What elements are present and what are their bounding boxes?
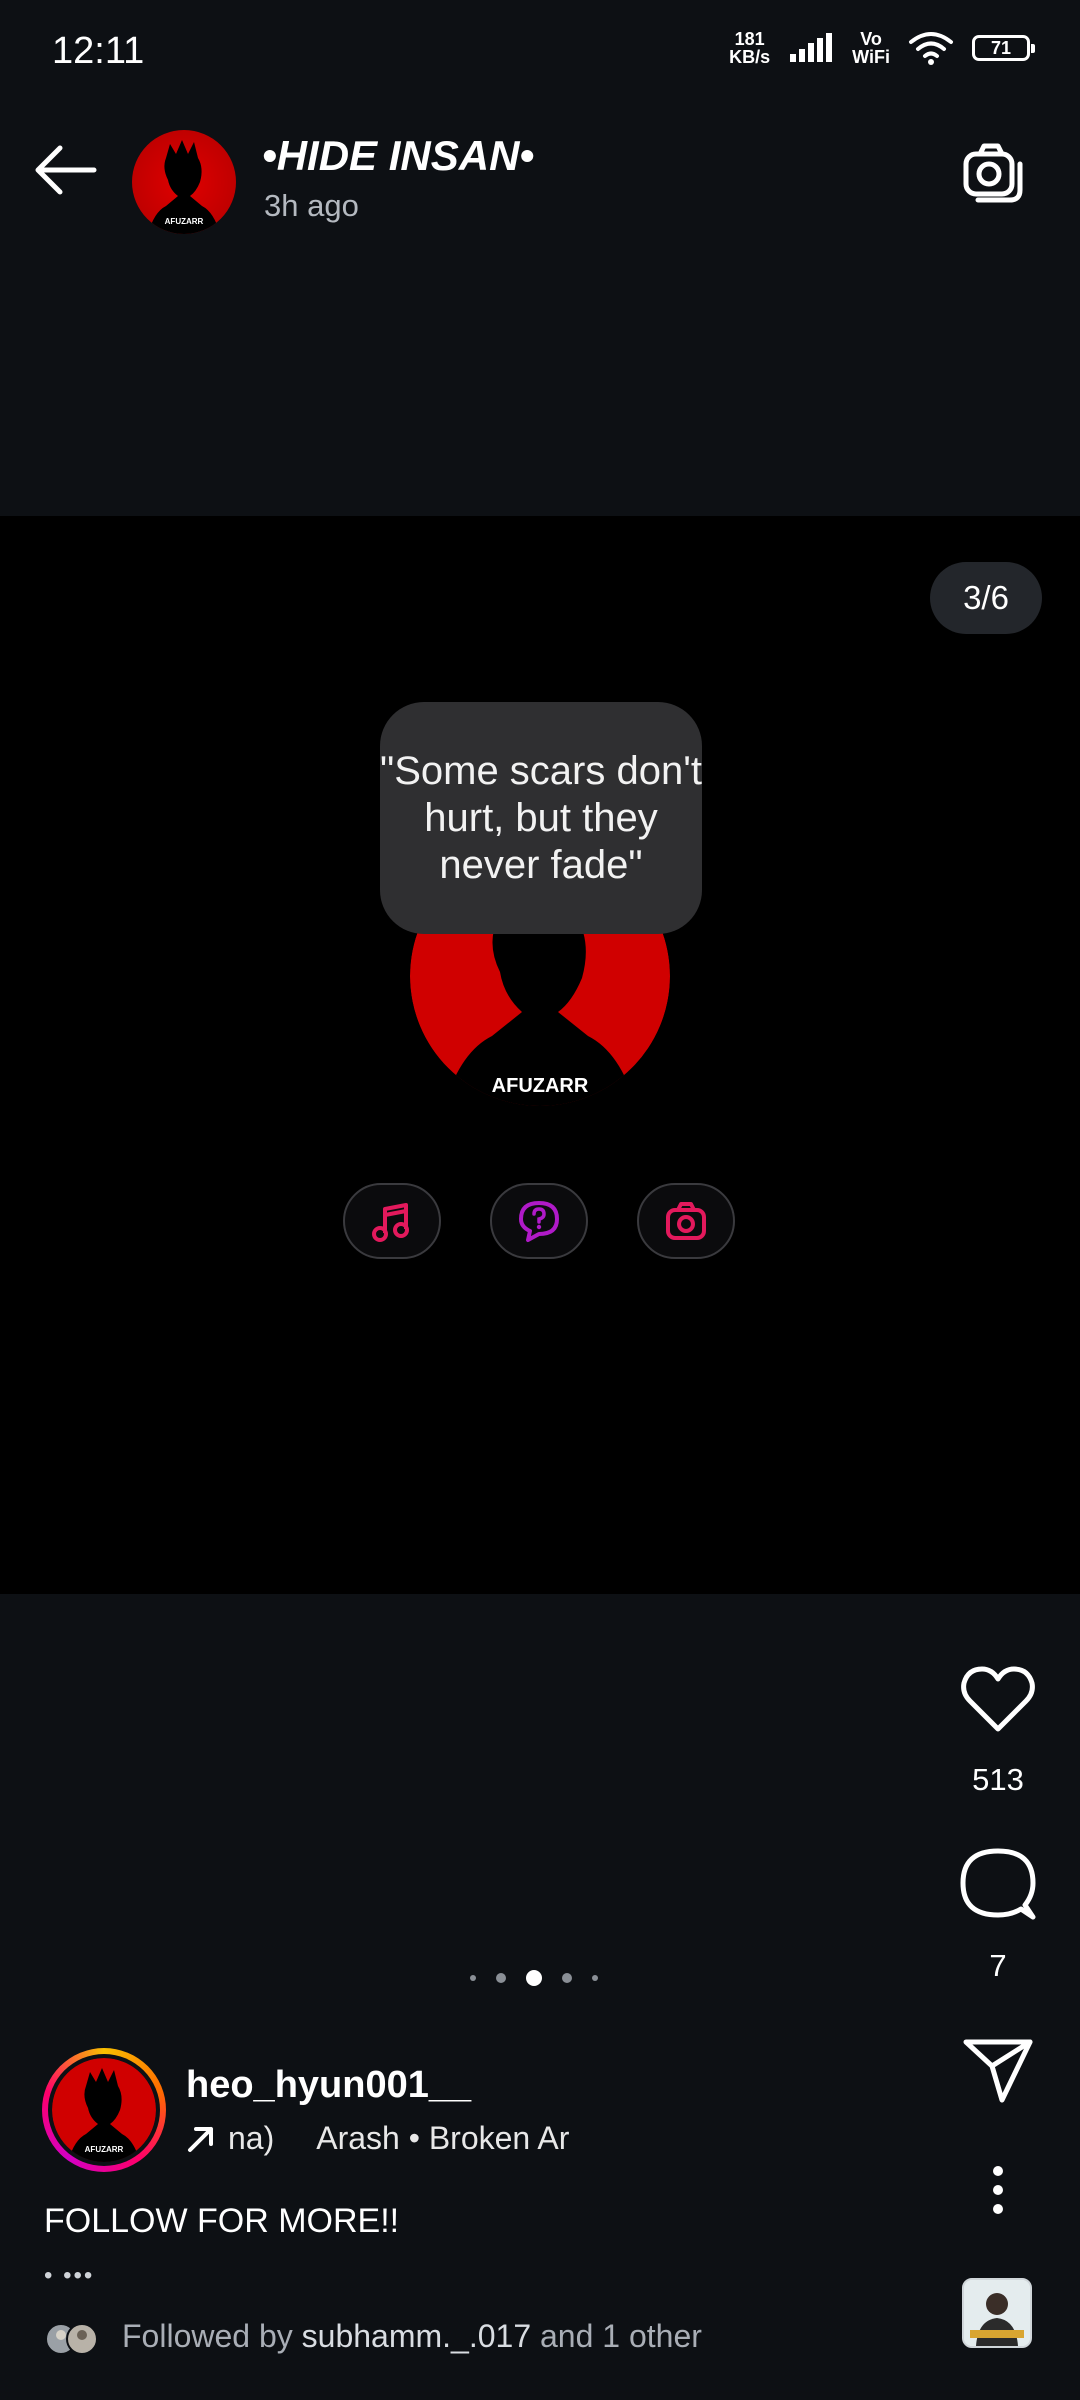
author-username[interactable]: heo_hyun001__ xyxy=(186,2064,471,2107)
heart-icon xyxy=(961,1666,1035,1732)
vowifi-vo: Vo xyxy=(860,29,882,49)
question-bubble-icon xyxy=(519,1201,559,1242)
camera-button[interactable] xyxy=(960,140,1026,206)
story-time: 3h ago xyxy=(264,188,359,223)
pagination-dot xyxy=(592,1975,598,1981)
header-avatar[interactable]: AFUZARR xyxy=(132,130,236,234)
question-button[interactable] xyxy=(490,1183,588,1259)
music-track: Arash • Broken Ar xyxy=(316,2120,570,2156)
author-avatar-ring-inner: AFUZARR xyxy=(48,2054,160,2166)
like-count: 513 xyxy=(972,1762,1024,1797)
network-speed-unit: KB/s xyxy=(729,47,771,67)
music-info[interactable]: na) Arash • Broken Ar xyxy=(186,2120,569,2157)
signal-icon xyxy=(790,33,833,62)
music-button[interactable] xyxy=(343,1183,441,1259)
arrow-left-icon xyxy=(35,145,97,195)
caption-text: FOLLOW FOR MORE!! xyxy=(44,2202,400,2240)
followed-prefix: Followed by xyxy=(122,2318,302,2354)
network-speed: 181 KB/s xyxy=(729,30,770,66)
battery-indicator: 71 xyxy=(972,35,1035,61)
followed-suffix: and 1 other xyxy=(531,2318,702,2354)
camera-icon xyxy=(666,1202,706,1240)
music-note-icon xyxy=(372,1203,409,1242)
avatar-watermark: AFUZARR xyxy=(85,2145,124,2154)
pagination-dot xyxy=(470,1975,476,1981)
author-avatar-ring[interactable]: AFUZARR xyxy=(42,2048,166,2172)
share-button[interactable] xyxy=(958,2030,1038,2110)
avatar-watermark: AFUZARR xyxy=(492,1075,589,1097)
author-avatar: AFUZARR xyxy=(52,2058,156,2162)
quote-bubble: "Some scars don't hurt, but they never f… xyxy=(380,702,702,934)
vowifi-indicator: Vo WiFi xyxy=(852,30,890,66)
album-art-icon xyxy=(964,2280,1030,2346)
slide-counter: 3/6 xyxy=(930,562,1042,634)
camera-feature-button[interactable] xyxy=(637,1183,735,1259)
status-icons: 181 KB/s Vo WiFi 71 xyxy=(729,30,1035,66)
music-album-thumbnail[interactable] xyxy=(962,2278,1032,2348)
story-username[interactable]: •HIDE INSAN• xyxy=(262,132,534,180)
send-icon xyxy=(963,2039,1033,2103)
vowifi-label: WiFi xyxy=(852,47,890,67)
comment-button[interactable] xyxy=(958,1844,1038,1924)
svg-text:AFUZARR: AFUZARR xyxy=(165,217,204,226)
status-time: 12:11 xyxy=(52,30,145,72)
like-button[interactable] xyxy=(958,1660,1038,1740)
mutual-avatars-icon xyxy=(45,2323,98,2355)
network-speed-value: 181 xyxy=(734,29,765,49)
silhouette-icon: AFUZARR xyxy=(52,2058,156,2162)
followed-by-text[interactable]: Followed by subhamm._.017 and 1 other xyxy=(122,2318,702,2355)
pagination-dot-active xyxy=(526,1970,542,1986)
music-prefix: na) xyxy=(228,2120,275,2156)
caption-more[interactable]: • ••• xyxy=(44,2262,94,2290)
pagination-dot xyxy=(496,1973,506,1983)
comment-count: 7 xyxy=(989,1948,1007,1983)
more-vertical-icon xyxy=(993,2166,1003,2214)
silhouette-icon: AFUZARR xyxy=(148,140,220,234)
camera-icon xyxy=(963,143,1023,203)
arrow-up-right-icon xyxy=(188,2126,213,2152)
pagination-dot xyxy=(562,1973,572,1983)
back-button[interactable] xyxy=(30,140,100,200)
followed-user: subhamm._.017 xyxy=(301,2318,532,2354)
followed-by-avatars xyxy=(44,2322,104,2356)
wifi-icon xyxy=(909,32,953,65)
pagination-dots xyxy=(470,1970,598,1986)
more-button[interactable] xyxy=(958,2150,1038,2230)
comment-icon xyxy=(960,1848,1036,1920)
